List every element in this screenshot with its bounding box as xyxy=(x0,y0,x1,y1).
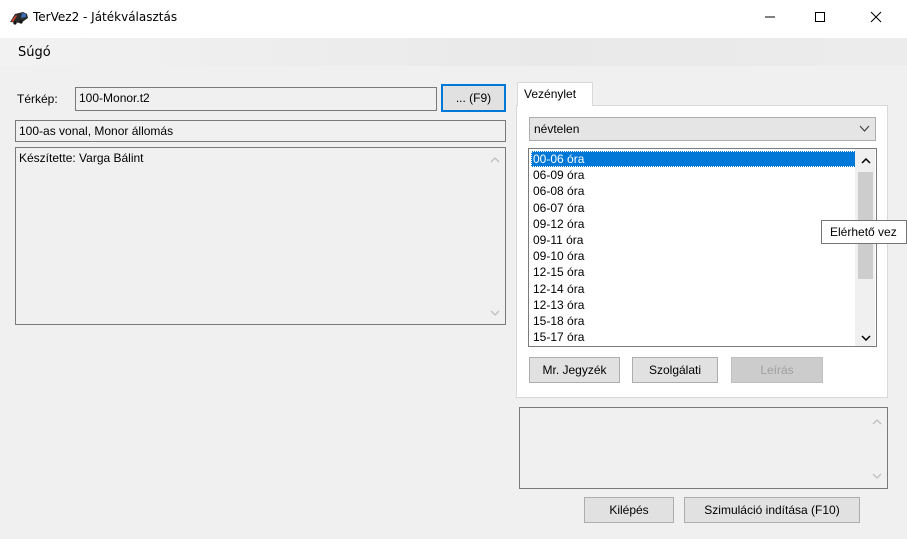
locomotive-icon xyxy=(10,12,28,25)
list-item[interactable]: 15-17 óra xyxy=(531,329,856,345)
menu-bar: Súgó xyxy=(0,38,907,66)
scroll-down-arrow[interactable] xyxy=(868,467,885,484)
title-bar: TerVez2 - Játékválasztás xyxy=(0,0,907,38)
chevron-up-icon xyxy=(860,157,871,164)
list-item[interactable]: 00-06 óra xyxy=(531,151,856,168)
close-icon xyxy=(870,11,882,23)
description-scrollbar[interactable] xyxy=(868,409,885,487)
chevron-up-icon xyxy=(490,156,499,162)
close-button[interactable] xyxy=(853,0,899,34)
map-info-scrollbar[interactable] xyxy=(486,149,503,323)
minimize-icon xyxy=(765,16,775,18)
start-simulation-button[interactable]: Szimuláció indítása (F10) xyxy=(684,497,860,523)
schedule-scrollbar[interactable] xyxy=(855,149,875,346)
chevron-down-icon xyxy=(490,310,499,316)
browse-map-button[interactable]: ... (F9) xyxy=(441,84,506,112)
scroll-down-arrow[interactable] xyxy=(857,329,874,346)
leiras-button[interactable]: Leírás xyxy=(731,357,823,383)
map-description-field: 100-as vonal, Monor állomás xyxy=(15,120,506,142)
list-item[interactable]: 06-09 óra xyxy=(531,167,856,183)
map-info-textarea[interactable]: Készítette: Varga Bálint xyxy=(15,147,506,325)
list-item[interactable]: 12-14 óra xyxy=(531,281,856,297)
tab-vezenylet[interactable]: Vezénylet xyxy=(517,82,593,106)
list-item[interactable]: 09-10 óra xyxy=(531,248,856,264)
minimize-button[interactable] xyxy=(747,0,793,34)
list-item[interactable]: 12-13 óra xyxy=(531,297,856,313)
scroll-up-arrow[interactable] xyxy=(857,152,874,169)
window-title: TerVez2 - Játékválasztás xyxy=(33,10,178,24)
chevron-down-icon xyxy=(860,334,871,341)
schedule-listbox[interactable]: 00-06 óra 06-09 óra 06-08 óra 06-07 óra 09-1… xyxy=(528,148,877,347)
schedule-list: 00-06 óra 06-09 óra 06-08 óra 06-07 óra 09-1… xyxy=(531,151,856,345)
list-item[interactable]: 09-11 óra xyxy=(531,232,856,248)
list-item[interactable]: 09-12 óra xyxy=(531,216,856,232)
list-item[interactable]: 06-07 óra xyxy=(531,200,856,216)
schedule-description-textarea[interactable] xyxy=(519,407,888,489)
szolgalati-button[interactable]: Szolgálati xyxy=(632,357,718,383)
maximize-icon xyxy=(815,12,825,22)
chevron-up-icon xyxy=(872,418,881,424)
map-file-field[interactable]: 100-Monor.t2 xyxy=(75,87,437,111)
map-label: Térkép: xyxy=(17,92,58,106)
list-item[interactable]: 06-08 óra xyxy=(531,183,856,199)
chevron-down-icon xyxy=(872,473,881,479)
exit-button[interactable]: Kilépés xyxy=(584,497,674,523)
chevron-down-icon xyxy=(859,125,870,132)
list-item[interactable]: 12-15 óra xyxy=(531,264,856,280)
scroll-down-arrow[interactable] xyxy=(486,304,503,321)
map-author-text: Készítette: Varga Bálint xyxy=(19,151,144,165)
jegyzek-button[interactable]: Mr. Jegyzék xyxy=(529,357,620,383)
maximize-button[interactable] xyxy=(797,0,843,34)
menu-item-help[interactable]: Súgó xyxy=(18,45,51,60)
scroll-up-arrow[interactable] xyxy=(486,151,503,168)
vezenylet-select[interactable]: névtelen xyxy=(529,117,876,141)
scroll-up-arrow[interactable] xyxy=(868,413,885,430)
tooltip: Elérhető vez xyxy=(821,220,907,244)
list-item[interactable]: 15-18 óra xyxy=(531,313,856,329)
vezenylet-selected-value: névtelen xyxy=(534,122,580,136)
